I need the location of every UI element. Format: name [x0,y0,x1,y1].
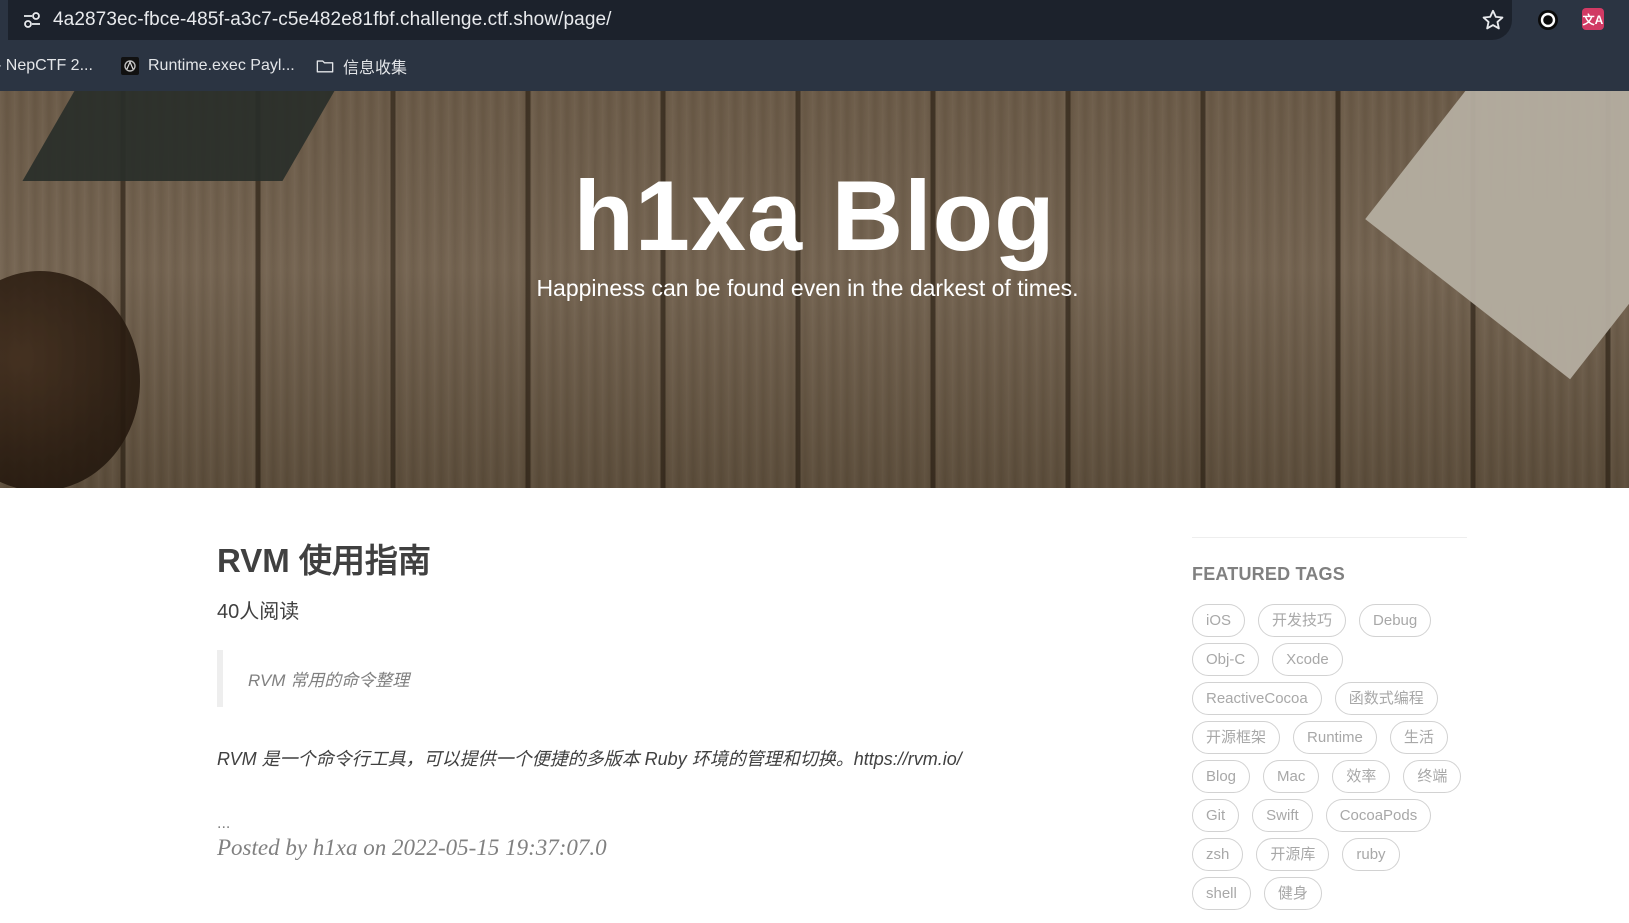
bookmark-folder-info[interactable]: 信息收集 [316,54,407,78]
star-icon[interactable] [1480,7,1506,33]
sidebar-divider [1192,537,1467,538]
tag-link[interactable]: Debug [1359,604,1432,637]
url-text[interactable]: 4a2873ec-fbce-485f-a3c7-c5e482e81fbf.cha… [53,9,612,31]
post-quote: RVM 常用的命令整理 [217,649,977,707]
tag-link[interactable]: 开发技巧 [1258,604,1347,637]
tag-link[interactable]: ReactiveCocoa [1192,682,1322,715]
site-subtitle: Happiness can be found even in the darke… [536,275,1079,301]
tag-link[interactable]: 函数式编程 [1334,682,1438,715]
tag-link[interactable]: Mac [1263,760,1320,793]
tag-link[interactable]: 生活 [1389,721,1448,754]
bookmark-label: 信息收集 [343,60,408,77]
tag-link[interactable]: 开源框架 [1192,721,1281,754]
tag-link[interactable]: Blog [1192,760,1251,793]
bookmark-label: - NepCTF 2... [0,57,93,74]
circle-icon[interactable] [1536,8,1560,32]
tag-link[interactable]: 效率 [1332,760,1391,793]
tag-link[interactable]: ruby [1342,838,1400,871]
folder-icon [316,60,334,73]
bookmarks-bar: - NepCTF 2... Runtime.exec Payl... 信息收集 [0,46,1629,86]
tag-link[interactable]: Obj-C [1192,643,1260,676]
address-bar[interactable]: 4a2873ec-fbce-485f-a3c7-c5e482e81fbf.cha… [8,0,1512,40]
site-favicon [121,57,139,75]
tune-icon[interactable] [21,9,43,31]
browser-chrome: 4a2873ec-fbce-485f-a3c7-c5e482e81fbf.cha… [0,0,1629,91]
tag-link[interactable]: Runtime [1293,721,1377,754]
tag-link[interactable]: 开源库 [1256,838,1330,871]
tag-link[interactable]: Git [1192,799,1240,832]
tag-link[interactable]: zsh [1192,838,1244,871]
tag-link[interactable]: Xcode [1272,643,1343,676]
tag-link[interactable]: shell [1192,877,1251,910]
sidebar: FEATURED TAGS iOS 开发技巧 Debug Obj-C Xcode… [1192,537,1467,910]
post-title[interactable]: RVM 使用指南 [217,540,977,583]
bookmark-label: Runtime.exec Payl... [148,57,295,74]
tag-link[interactable]: 终端 [1403,760,1462,793]
bookmark-runtime-exec[interactable]: Runtime.exec Payl... [121,54,295,78]
post-excerpt: RVM 是一个命令行工具，可以提供一个便捷的多版本 Ruby 环境的管理和切换。… [217,748,962,769]
bookmark-nepctf[interactable]: - NepCTF 2... [0,54,93,78]
hero-banner: h1xa Blog Happiness can be found even in… [0,91,1629,488]
tag-cloud: iOS 开发技巧 Debug Obj-C Xcode ReactiveCocoa… [1192,604,1467,910]
tag-link[interactable]: Swift [1252,799,1313,832]
tag-link[interactable]: iOS [1192,604,1246,637]
post-read-count: 40人阅读 [217,600,300,623]
post-preview: RVM 使用指南 40人阅读 RVM 常用的命令整理 RVM 是一个命令行工具，… [217,540,977,861]
post-ellipsis: ... [217,814,231,832]
tag-link[interactable]: 健身 [1263,877,1322,910]
post-meta: Posted by h1xa on 2022-05-15 19:37:07.0 [217,834,607,860]
translate-icon[interactable]: 文A [1582,8,1604,30]
tag-link[interactable]: CocoaPods [1325,799,1432,832]
featured-tags-heading: FEATURED TAGS [1192,564,1345,584]
site-title: h1xa Blog [573,160,1056,271]
